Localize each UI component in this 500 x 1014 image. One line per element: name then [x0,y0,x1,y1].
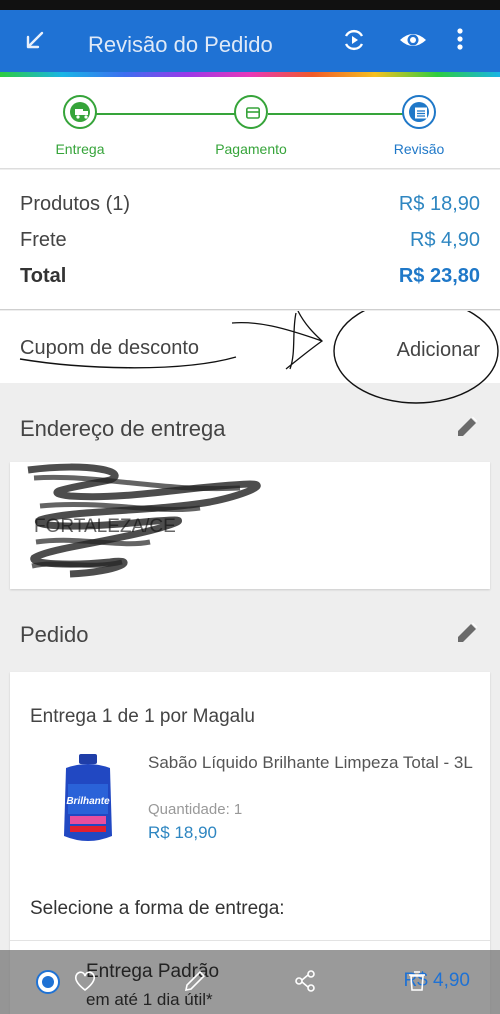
product-quantity: Quantidade: 1 [148,801,242,818]
pencil-icon[interactable] [182,968,208,994]
page-title: Revisão do Pedido [88,32,273,57]
status-bar [0,0,500,10]
step-label: Pagamento [215,141,287,157]
address-section-title: Endereço de entrega [20,416,226,441]
heart-icon[interactable] [72,968,98,994]
edit-order-icon[interactable] [454,620,480,646]
address-scribble [27,463,261,578]
shipping-option-standard[interactable]: Entrega Padrão em até 1 dia útil* R$ 4,9… [0,950,500,1014]
divider [10,940,490,941]
truck-icon [75,109,88,119]
sync-icon[interactable] [338,24,370,56]
products-value: R$ 18,90 [398,193,480,215]
step-pagamento[interactable]: Pagamento [201,95,301,157]
svg-text:Brilhante: Brilhante [66,796,110,807]
address-card[interactable]: FORTALEZA/CE [10,462,490,589]
checkout-stepper: Entrega Pagamento Revisão [0,77,500,169]
shipping-value: R$ 4,90 [409,229,480,251]
quantity-value: 1 [233,801,243,818]
shipping-label: Frete [20,229,67,251]
coupon-row[interactable]: Cupom de desconto Adicionar [0,311,500,404]
shipping-radio[interactable] [36,970,60,994]
step-label: Entrega [55,141,105,157]
order-section-title: Pedido [20,622,89,647]
list-icon [415,107,427,119]
order-summary: Produtos (1) R$ 18,90 Frete R$ 4,90 Tota… [0,170,500,310]
total-value: R$ 23,80 [398,265,480,287]
product-name[interactable]: Sabão Líquido Brilhante Limpeza Total - … [148,751,478,774]
eye-icon[interactable] [397,24,429,56]
select-shipping-label: Selecione a forma de entrega: [30,898,285,919]
share-icon[interactable] [292,968,318,994]
step-revisao[interactable]: Revisão [369,95,469,157]
delivery-label: Entrega 1 de 1 por Magalu [30,706,255,727]
total-label: Total [20,265,67,287]
trash-icon[interactable] [404,968,430,994]
quantity-label: Quantidade: [148,801,230,818]
products-label: Produtos (1) [20,193,131,215]
step-circle [234,95,268,129]
app-bar: Revisão do Pedido [0,10,500,72]
handwritten-annotation [19,311,499,404]
step-circle [63,95,97,129]
product-image[interactable]: Brilhante [54,754,122,846]
step-entrega[interactable]: Entrega [30,95,130,157]
more-vert-icon[interactable] [444,24,476,56]
edit-address-icon[interactable] [454,414,480,440]
card-icon [246,107,260,119]
arrow-back-icon[interactable] [20,27,48,55]
step-circle [402,95,436,129]
product-price: R$ 18,90 [148,823,217,842]
step-label: Revisão [393,141,445,157]
